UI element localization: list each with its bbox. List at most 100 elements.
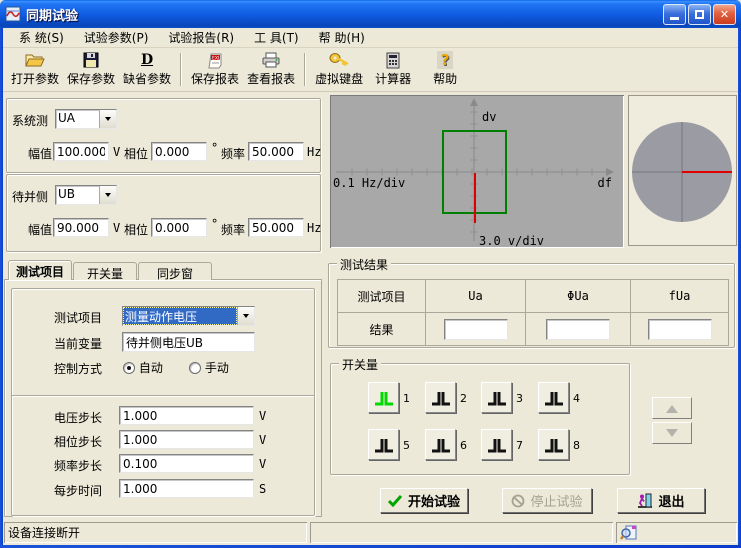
open-params-button[interactable]: 打开参数 bbox=[7, 50, 63, 89]
arrow-up-icon bbox=[666, 399, 678, 413]
help-icon: ? bbox=[437, 51, 453, 69]
radio-auto[interactable]: 自动 bbox=[123, 359, 163, 376]
system-side-group: 系统测 UA 幅值 V 相位 ° 频率 Hz bbox=[6, 98, 321, 173]
system-phase-input[interactable] bbox=[151, 142, 207, 161]
result-phi-ua-input[interactable] bbox=[546, 319, 610, 340]
results-header-item: 测试项目 bbox=[338, 280, 426, 313]
system-amp-input[interactable] bbox=[53, 142, 109, 161]
results-row-label: 结果 bbox=[338, 313, 426, 345]
title-bar: 同期试验 ✕ bbox=[0, 0, 741, 28]
v-step-unit: V bbox=[259, 409, 266, 423]
tab-test-items[interactable]: 测试项目 bbox=[8, 260, 72, 280]
calculator-icon bbox=[386, 51, 400, 69]
minimize-icon bbox=[670, 17, 679, 20]
status-section-empty bbox=[310, 522, 613, 543]
switch-num: 8 bbox=[573, 439, 580, 452]
check-icon bbox=[388, 495, 403, 507]
start-test-button[interactable]: 开始试验 bbox=[380, 488, 468, 513]
results-legend: 测试结果 bbox=[337, 256, 391, 273]
t-step-unit: S bbox=[259, 482, 266, 496]
standby-side-group: 待并侧 UB 幅值 V 相位 ° 频率 Hz bbox=[6, 174, 321, 252]
switch-button-7[interactable] bbox=[481, 429, 512, 460]
switch-contact-icon bbox=[543, 436, 565, 454]
key-icon bbox=[329, 51, 349, 69]
menu-system[interactable]: 系 统(S) bbox=[9, 27, 74, 48]
divider bbox=[12, 395, 314, 397]
chevron-down-icon[interactable] bbox=[99, 186, 116, 204]
menu-tools[interactable]: 工 具(T) bbox=[244, 27, 309, 48]
status-section-icon bbox=[616, 522, 737, 543]
standby-amp-input[interactable] bbox=[53, 218, 109, 237]
menu-bar: 系 统(S) 试验参数(P) 试验报告(R) 工 具(T) 帮 助(H) bbox=[3, 28, 738, 48]
switch-contact-icon bbox=[486, 436, 508, 454]
report-preview-icon bbox=[620, 524, 638, 542]
standby-side-label: 待并侧 bbox=[12, 188, 48, 205]
toolbar-separator bbox=[180, 53, 182, 86]
toolbar: 打开参数 保存参数 D 缺省参数 EXL 保存报表 查看报表 bbox=[3, 48, 738, 92]
calculator-button[interactable]: 计算器 bbox=[367, 50, 419, 89]
exit-button[interactable]: 退出 bbox=[617, 488, 705, 513]
control-mode-label: 控制方式 bbox=[54, 360, 102, 377]
amp-label: 幅值 bbox=[28, 221, 52, 238]
maximize-button[interactable] bbox=[688, 4, 711, 25]
freq-unit: Hz bbox=[307, 145, 321, 159]
t-step-label: 每步时间 bbox=[54, 482, 102, 499]
current-var-input[interactable] bbox=[122, 332, 255, 352]
switch-num: 7 bbox=[516, 439, 523, 452]
radio-manual-icon[interactable] bbox=[189, 362, 201, 374]
switch-button-1[interactable] bbox=[368, 382, 399, 413]
test-item-label: 测试项目 bbox=[54, 309, 102, 326]
test-item-select[interactable]: 测量动作电压 bbox=[122, 306, 255, 326]
f-step-input[interactable] bbox=[119, 454, 254, 473]
menu-test-params[interactable]: 试验参数(P) bbox=[74, 27, 159, 48]
save-report-button[interactable]: EXL 保存报表 bbox=[187, 50, 243, 89]
virtual-keyboard-button[interactable]: 虚拟键盘 bbox=[311, 50, 367, 89]
chevron-down-icon[interactable] bbox=[99, 110, 116, 128]
switch-button-4[interactable] bbox=[538, 382, 569, 413]
result-ua-input[interactable] bbox=[444, 319, 508, 340]
switch-button-6[interactable] bbox=[425, 429, 456, 460]
switch-button-3[interactable] bbox=[481, 382, 512, 413]
standby-freq-input[interactable] bbox=[248, 218, 304, 237]
switch-button-8[interactable] bbox=[538, 429, 569, 460]
close-button[interactable]: ✕ bbox=[713, 4, 736, 25]
scroll-down-button[interactable] bbox=[652, 422, 692, 444]
view-report-button[interactable]: 查看报表 bbox=[243, 50, 299, 89]
switch-button-5[interactable] bbox=[368, 429, 399, 460]
dv-axis-label: dv bbox=[482, 110, 496, 124]
result-f-ua-input[interactable] bbox=[648, 319, 712, 340]
standby-phase-input[interactable] bbox=[151, 218, 207, 237]
f-step-unit: V bbox=[259, 457, 266, 471]
radio-manual[interactable]: 手动 bbox=[189, 359, 229, 376]
switch-contact-icon bbox=[430, 389, 452, 407]
standby-channel-select[interactable]: UB bbox=[55, 185, 117, 205]
save-params-button[interactable]: 保存参数 bbox=[63, 50, 119, 89]
toolbar-separator bbox=[304, 53, 306, 86]
help-button[interactable]: ? 帮助 bbox=[419, 50, 471, 89]
amp-unit: V bbox=[113, 221, 120, 235]
switch-button-2[interactable] bbox=[425, 382, 456, 413]
v-step-input[interactable] bbox=[119, 406, 254, 425]
default-params-button[interactable]: D 缺省参数 bbox=[119, 50, 175, 89]
system-channel-select[interactable]: UA bbox=[55, 109, 117, 129]
switch-num: 4 bbox=[573, 392, 580, 405]
minimize-button[interactable] bbox=[663, 4, 686, 25]
results-header-f-ua: fUa bbox=[631, 280, 728, 313]
system-freq-input[interactable] bbox=[248, 142, 304, 161]
tab-switches[interactable]: 开关量 bbox=[73, 262, 137, 280]
tab-sync-window[interactable]: 同步窗 bbox=[138, 262, 212, 280]
ph-step-input[interactable] bbox=[119, 430, 254, 449]
chevron-down-icon[interactable] bbox=[237, 307, 254, 325]
switch-num: 6 bbox=[460, 439, 467, 452]
radio-auto-icon[interactable] bbox=[123, 362, 135, 374]
freq-unit: Hz bbox=[307, 221, 321, 235]
menu-test-report[interactable]: 试验报告(R) bbox=[158, 27, 244, 48]
status-message: 设备连接断开 bbox=[4, 522, 307, 543]
freq-label: 频率 bbox=[221, 221, 245, 238]
phase-circle-panel bbox=[628, 95, 737, 246]
menu-help[interactable]: 帮 助(H) bbox=[309, 27, 375, 48]
switch-contact-icon bbox=[486, 389, 508, 407]
system-side-label: 系统测 bbox=[12, 112, 48, 129]
t-step-input[interactable] bbox=[119, 479, 254, 498]
scroll-up-button[interactable] bbox=[652, 397, 692, 419]
